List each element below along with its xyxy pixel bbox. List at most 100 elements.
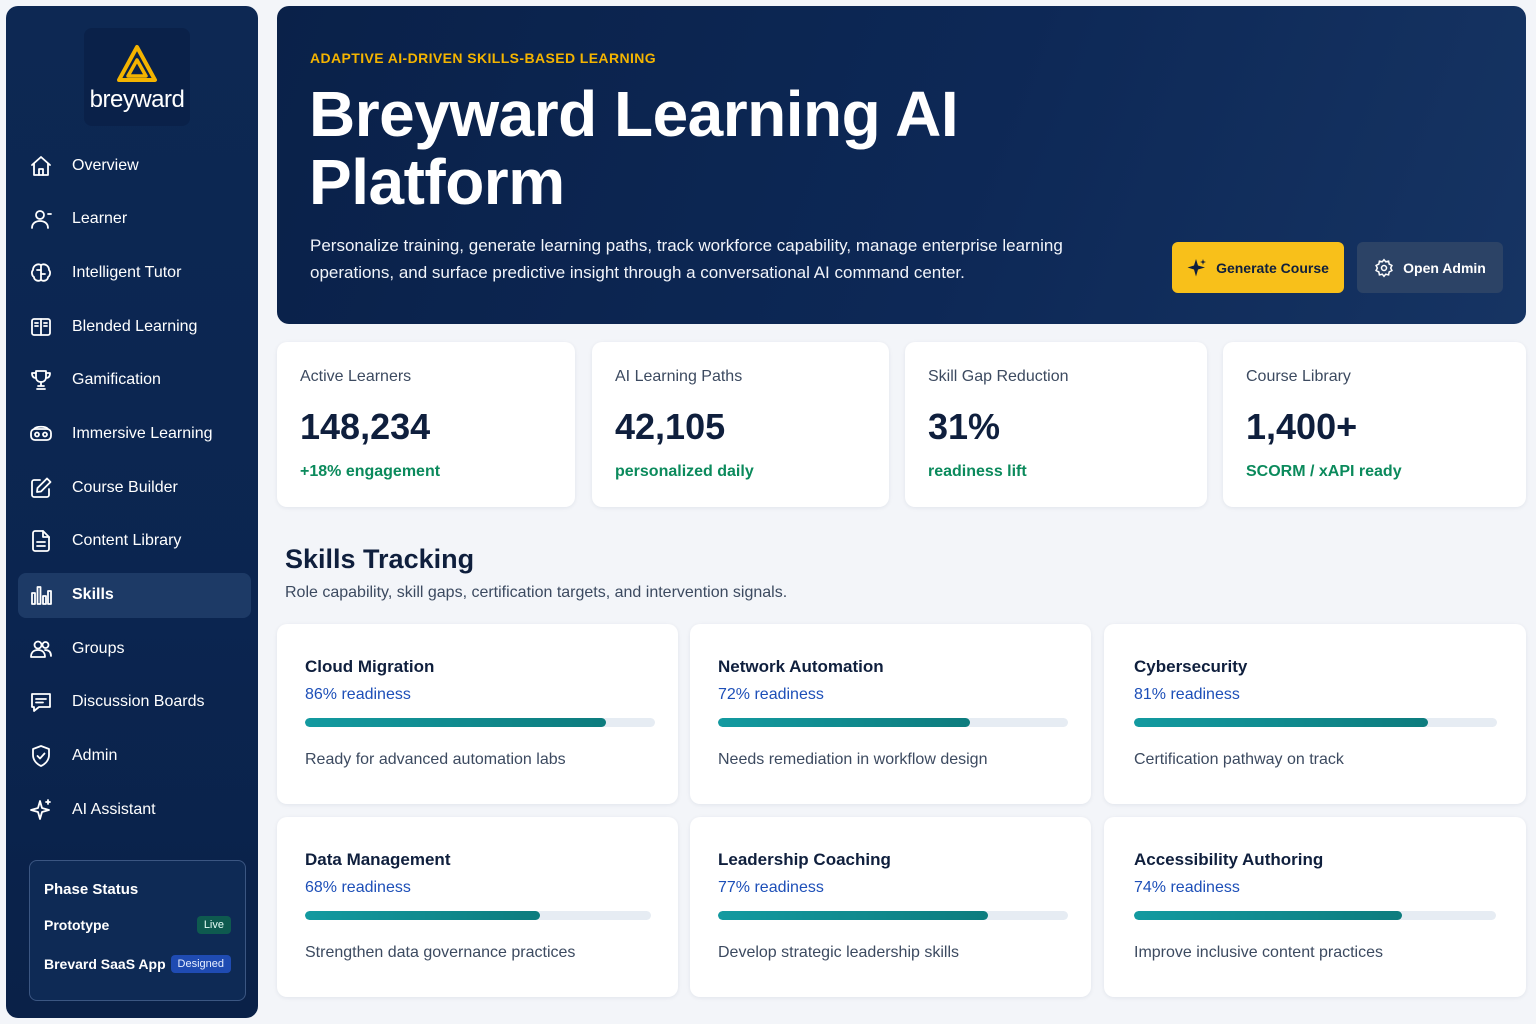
message-icon [28,689,54,715]
stat-subtext: SCORM / xAPI ready [1246,463,1402,480]
page-title: Breyward Learning AI Platform [309,78,959,218]
sidebar-item-blended-learning[interactable]: Blended Learning [18,304,251,349]
skill-note: Ready for advanced automation labs [305,751,566,768]
brand-name: breyward [89,86,185,113]
book-icon [28,314,54,340]
generate-course-button[interactable]: Generate Course [1172,242,1344,293]
sidebar-item-label: Gamification [72,371,161,389]
sidebar-item-label: Content Library [72,532,182,550]
progress-fill [1134,911,1402,920]
skill-readiness: 68% readiness [305,879,411,896]
readiness-progress-bar [1134,911,1496,920]
home-icon [28,153,54,179]
progress-fill [718,911,988,920]
skill-note: Improve inclusive content practices [1134,944,1383,961]
phase-status-title: Phase Status [44,881,139,898]
sidebar-nav: Overview Learner Intelligent Tutor Blend… [18,143,251,841]
hero-description: Personalize training, generate learning … [310,236,1063,282]
sidebar-item-admin[interactable]: Admin [18,734,251,779]
document-icon [28,528,54,554]
stat-card-active-learners: Active Learners 148,234 +18% engagement [277,342,575,507]
phase-row-prototype: Prototype Live [44,916,231,934]
readiness-progress-bar [718,911,1068,920]
sidebar-item-gamification[interactable]: Gamification [18,358,251,403]
skill-readiness: 81% readiness [1134,686,1240,703]
trophy-icon [28,367,54,393]
stat-label: AI Learning Paths [615,368,743,385]
progress-fill [1134,718,1429,727]
readiness-progress-bar [718,718,1068,727]
skill-card[interactable]: Network Automation 72% readiness Needs r… [690,624,1091,804]
stat-label: Active Learners [300,368,412,385]
users-icon [28,636,54,662]
sidebar-item-label: Skills [72,586,114,603]
phase-label: Prototype [44,917,110,933]
button-label: Open Admin [1403,259,1486,276]
stat-subtext: personalized daily [615,463,754,480]
sidebar-item-skills[interactable]: Skills [18,572,251,618]
sidebar-item-label: Course Builder [72,478,178,496]
skill-readiness: 72% readiness [718,686,824,703]
button-label: Generate Course [1216,259,1329,276]
readiness-progress-bar [305,718,655,727]
open-admin-button[interactable]: Open Admin [1357,242,1503,293]
status-badge: Live [196,916,231,934]
sidebar-item-label: Blended Learning [72,317,198,335]
skill-card[interactable]: Leadership Coaching 77% readiness Develo… [690,817,1091,997]
vr-headset-icon [28,421,54,447]
sidebar-item-ai-assistant[interactable]: AI Assistant [18,787,251,832]
stat-value: 31% [928,406,1001,447]
sparkle-icon [28,797,54,823]
progress-fill [718,718,970,727]
stat-card-ai-learning-paths: AI Learning Paths 42,105 personalized da… [592,342,889,507]
skill-note: Needs remediation in workflow design [718,751,988,768]
sidebar-item-intelligent-tutor[interactable]: Intelligent Tutor [18,250,251,295]
stat-card-course-library: Course Library 1,400+ SCORM / xAPI ready [1223,342,1526,507]
user-icon [28,206,54,232]
status-badge: Designed [170,955,231,973]
shield-icon [28,743,54,769]
skill-note: Strengthen data governance practices [305,944,576,961]
sidebar-item-immersive-learning[interactable]: Immersive Learning [18,411,251,456]
phase-label: Brevard SaaS App [44,956,166,972]
skill-name: Cloud Migration [305,657,435,676]
sidebar-item-label: Admin [72,747,118,765]
sidebar-item-overview[interactable]: Overview [18,143,251,188]
readiness-progress-bar [305,911,651,920]
skill-name: Cybersecurity [1134,657,1248,676]
sidebar-item-discussion-boards[interactable]: Discussion Boards [18,680,251,725]
skill-note: Certification pathway on track [1134,751,1344,768]
section-subtitle: Role capability, skill gaps, certificati… [285,584,788,601]
sidebar-item-label: Discussion Boards [72,693,205,711]
skill-note: Develop strategic leadership skills [718,944,959,961]
sidebar-item-course-builder[interactable]: Course Builder [18,465,251,510]
logo-mark-icon [117,45,157,82]
skill-card[interactable]: Cloud Migration 86% readiness Ready for … [277,624,678,804]
sidebar-item-learner[interactable]: Learner [18,197,251,242]
stat-value: 148,234 [300,406,431,447]
stat-subtext: +18% engagement [300,463,441,480]
sidebar-item-content-library[interactable]: Content Library [18,519,251,564]
hero-banner: ADAPTIVE AI-DRIVEN SKILLS-BASED LEARNING… [277,6,1526,324]
skill-readiness: 86% readiness [305,686,411,703]
sidebar-item-groups[interactable]: Groups [18,626,251,671]
skill-card[interactable]: Cybersecurity 81% readiness Certificatio… [1104,624,1526,804]
section-title: Skills Tracking [285,544,475,574]
progress-fill [305,718,606,727]
skill-name: Data Management [305,850,451,869]
sidebar-item-label: Immersive Learning [72,424,213,442]
edit-icon [28,475,54,501]
brand-logo[interactable]: breyward [84,28,190,126]
skill-name: Accessibility Authoring [1134,850,1324,869]
stat-label: Course Library [1246,368,1351,385]
hero-eyebrow: ADAPTIVE AI-DRIVEN SKILLS-BASED LEARNING [310,50,657,66]
sidebar-item-label: Overview [72,156,139,174]
progress-fill [305,911,541,920]
stat-label: Skill Gap Reduction [928,368,1069,385]
bar-chart-icon [28,582,54,608]
skill-card[interactable]: Accessibility Authoring 74% readiness Im… [1104,817,1526,997]
skill-card[interactable]: Data Management 68% readiness Strengthen… [277,817,678,997]
skill-readiness: 74% readiness [1134,879,1240,896]
stat-card-skill-gap-reduction: Skill Gap Reduction 31% readiness lift [905,342,1207,507]
skill-readiness: 77% readiness [718,879,824,896]
